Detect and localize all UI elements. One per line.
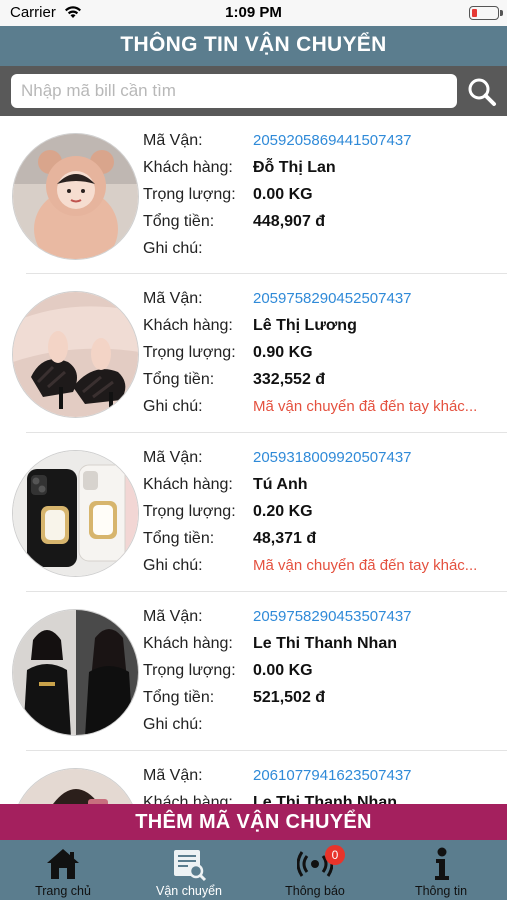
product-photo <box>12 609 139 736</box>
app-header: THÔNG TIN VẬN CHUYỂN <box>0 26 507 66</box>
tab-home-label: Trang chủ <box>35 884 91 898</box>
clock: 1:09 PM <box>225 4 282 21</box>
weight-value: 0.00 KG <box>253 662 313 679</box>
info-icon <box>435 847 449 880</box>
shipment-item[interactable]: Mã Vận: 2059205869441507437 Khách hàng: Đỗ… <box>0 116 507 274</box>
note-label: Ghi chú: <box>143 398 203 415</box>
tab-info-label: Thông tin <box>414 884 468 898</box>
shipment-item[interactable]: Mã Vận: 2059758290453507437 Khách hàng: Le… <box>0 592 507 751</box>
shipping-search-icon <box>174 850 207 882</box>
total-value: 48,371 đ <box>253 530 317 547</box>
search-button[interactable] <box>464 75 500 109</box>
code-label: Mã Vận: <box>143 449 203 466</box>
tab-info[interactable]: Thông tin <box>378 840 507 900</box>
code-label: Mã Vận: <box>143 767 203 784</box>
status-bar: Carrier 1:09 PM <box>0 0 507 26</box>
shipment-code: 2059205869441507437 <box>253 132 412 149</box>
total-label: Tổng tiền: <box>143 213 215 230</box>
tab-shipping-label: Vận chuyển <box>155 884 223 898</box>
total-label: Tổng tiền: <box>143 689 215 706</box>
total-value: 521,502 đ <box>253 689 326 706</box>
code-label: Mã Vận: <box>143 608 203 625</box>
weight-value: 0.00 KG <box>253 186 313 203</box>
shipment-code: 2059758290453507437 <box>253 608 412 625</box>
shipment-item[interactable]: Mã Vận: 2059318009920507437 Khách hàng: Tú… <box>0 433 507 592</box>
notification-badge: 0 <box>325 845 345 865</box>
home-icon <box>47 849 79 879</box>
tab-notifications-label: Thông báo <box>285 884 345 898</box>
weight-label: Trọng lượng: <box>143 344 236 361</box>
tab-shipping[interactable]: Vận chuyển <box>126 840 252 900</box>
product-photo <box>12 450 139 577</box>
battery-icon <box>469 6 503 20</box>
note-label: Ghi chú: <box>143 240 203 257</box>
code-label: Mã Vận: <box>143 290 203 307</box>
shipment-list[interactable]: Mã Vận: 2059205869441507437 Khách hàng: Đỗ… <box>0 116 507 804</box>
product-photo <box>12 291 139 418</box>
customer-name: Le Thi Thanh Nhan <box>253 794 397 804</box>
total-label: Tổng tiền: <box>143 530 215 547</box>
total-value: 332,552 đ <box>253 371 326 388</box>
total-value: 448,907 đ <box>253 213 326 230</box>
weight-label: Trọng lượng: <box>143 186 236 203</box>
customer-name: Đỗ Thị Lan <box>253 159 336 176</box>
note-label: Ghi chú: <box>143 716 203 733</box>
product-photo <box>12 133 139 260</box>
customer-label: Khách hàng: <box>143 159 233 176</box>
code-label: Mã Vận: <box>143 132 203 149</box>
note-label: Ghi chú: <box>143 557 203 574</box>
shipment-code: 2061077941623507437 <box>253 767 412 784</box>
search-input[interactable] <box>11 74 457 108</box>
product-photo <box>12 768 139 804</box>
search-bar <box>0 66 507 116</box>
weight-value: 0.20 KG <box>253 503 313 520</box>
customer-label: Khách hàng: <box>143 317 233 334</box>
shipment-code: 2059318009920507437 <box>253 449 412 466</box>
shipment-item[interactable]: Mã Vận: 2061077941623507437 Khách hàng: Le… <box>0 751 507 804</box>
shipment-code: 2059758290452507437 <box>253 290 412 307</box>
customer-name: Tú Anh <box>253 476 308 493</box>
customer-name: Lê Thị Lương <box>253 317 357 334</box>
page-title: THÔNG TIN VẬN CHUYỂN <box>120 33 387 56</box>
weight-value: 0.90 KG <box>253 344 313 361</box>
customer-label: Khách hàng: <box>143 635 233 652</box>
weight-label: Trọng lượng: <box>143 662 236 679</box>
customer-name: Le Thi Thanh Nhan <box>253 635 397 652</box>
weight-label: Trọng lượng: <box>143 503 236 520</box>
tab-bar: Trang chủ Vận chuyển 0 Thông báo Thông t… <box>0 840 507 900</box>
customer-label: Khách hàng: <box>143 476 233 493</box>
customer-label: Khách hàng: <box>143 794 233 804</box>
note-value: Mã vận chuyển đã đến tay khác... <box>253 398 478 415</box>
total-label: Tổng tiền: <box>143 371 215 388</box>
search-icon <box>468 78 496 106</box>
shipment-item[interactable]: Mã Vận: 2059758290452507437 Khách hàng: Lê… <box>0 274 507 433</box>
tab-notifications[interactable]: 0 Thông báo <box>252 840 378 900</box>
tab-home[interactable]: Trang chủ <box>0 840 126 900</box>
note-value: Mã vận chuyển đã đến tay khác... <box>253 557 478 574</box>
add-shipment-button[interactable]: THÊM MÃ VẬN CHUYỂN <box>0 804 507 840</box>
